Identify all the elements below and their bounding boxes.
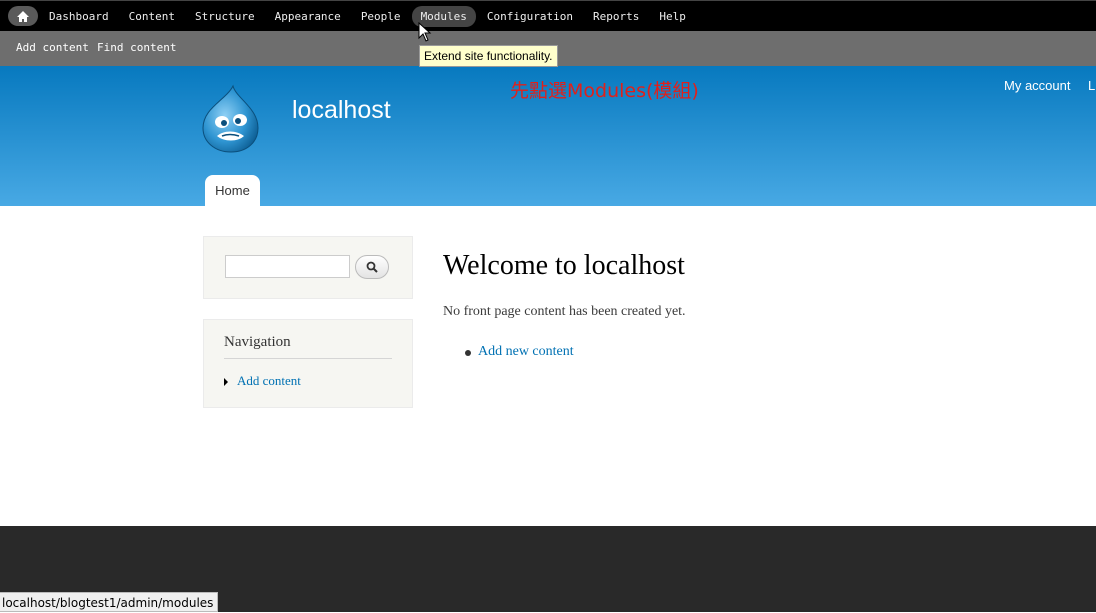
search-icon (366, 261, 378, 273)
menu-item-content[interactable]: Content (120, 6, 184, 27)
shortcut-find-content[interactable]: Find content (97, 41, 176, 54)
home-icon (17, 10, 29, 22)
page-title: Welcome to localhost (443, 250, 685, 281)
admin-toolbar: Dashboard Content Structure Appearance P… (0, 0, 1096, 31)
menu-item-structure[interactable]: Structure (186, 6, 264, 27)
menu-item-configuration[interactable]: Configuration (478, 6, 582, 27)
navigation-title: Navigation (224, 334, 392, 359)
drupal-logo[interactable] (200, 84, 262, 154)
navigation-block: Navigation Add content (203, 319, 413, 408)
status-bar-url: localhost/blogtest1/admin/modules (0, 592, 219, 612)
tab-home[interactable]: Home (205, 175, 260, 206)
annotation-text: 先點選Modules(模組) (510, 80, 699, 102)
arrow-right-icon (224, 378, 228, 387)
search-input[interactable] (225, 255, 350, 278)
site-name[interactable]: localhost (292, 96, 391, 125)
site-header: localhost 先點選Modules(模組) My account L Ho… (0, 66, 1096, 206)
add-new-content-link[interactable]: Add new content (478, 344, 574, 360)
tooltip: Extend site functionality. (419, 45, 558, 67)
bullet-icon (465, 350, 471, 356)
menu-item-reports[interactable]: Reports (584, 6, 648, 27)
search-button[interactable] (355, 255, 389, 279)
admin-menu: Dashboard Content Structure Appearance P… (40, 1, 697, 31)
mouse-cursor-icon (418, 22, 432, 42)
shortcut-add-content[interactable]: Add content (16, 41, 89, 54)
nav-item-label[interactable]: Add content (237, 373, 301, 388)
home-button[interactable] (8, 6, 38, 26)
front-page-message: No front page content has been created y… (443, 304, 686, 319)
my-account-link[interactable]: My account (1004, 78, 1070, 93)
menu-item-appearance[interactable]: Appearance (266, 6, 350, 27)
logout-link[interactable]: L (1088, 78, 1095, 93)
search-block (203, 236, 413, 299)
menu-item-people[interactable]: People (352, 6, 410, 27)
menu-item-help[interactable]: Help (650, 6, 695, 27)
menu-item-dashboard[interactable]: Dashboard (40, 6, 118, 27)
nav-item-add-content[interactable]: Add content (224, 373, 301, 389)
